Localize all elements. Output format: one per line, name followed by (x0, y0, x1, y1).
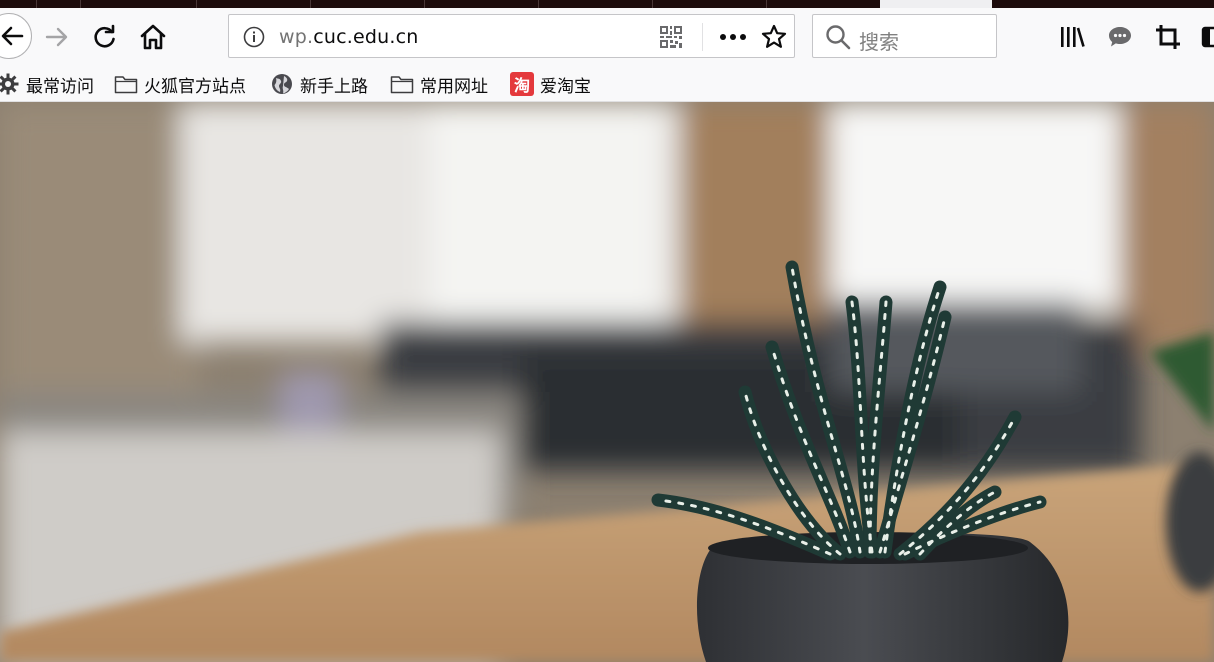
taobao-icon: 淘 (510, 72, 534, 96)
bookmark-label: 常用网址 (420, 76, 488, 97)
library-button[interactable] (1055, 20, 1089, 54)
search-icon (826, 25, 851, 50)
bookmark-label: 最常访问 (26, 76, 94, 97)
page-actions-icon[interactable] (719, 33, 747, 41)
tab-separator (80, 0, 81, 8)
screenshot-button[interactable] (1151, 20, 1185, 54)
sidebar-icon (1201, 26, 1214, 48)
page-background-photo (0, 102, 1214, 662)
tab-separator (652, 0, 653, 8)
tab-separator (766, 0, 767, 8)
bookmark-label: 新手上路 (300, 76, 368, 97)
bookmark-ai-taobao[interactable]: 淘 爱淘宝 (510, 72, 591, 97)
home-icon (140, 24, 166, 50)
search-input[interactable]: 搜索 (859, 26, 899, 55)
forward-arrow-icon (45, 27, 68, 47)
site-info-icon[interactable] (243, 26, 265, 48)
home-button[interactable] (136, 20, 170, 54)
taobao-logo-glyph: 淘 (510, 72, 534, 96)
bookmark-most-visited[interactable]: 最常访问 (0, 72, 94, 97)
bookmark-star-icon[interactable] (761, 24, 787, 50)
bookmark-common-sites[interactable]: 常用网址 (390, 72, 488, 97)
back-button[interactable] (0, 13, 32, 59)
tab-strip (0, 0, 1214, 8)
tab-separator (538, 0, 539, 8)
active-tab[interactable] (880, 0, 992, 8)
chat-button[interactable] (1103, 20, 1137, 54)
bookmark-getting-started[interactable]: 新手上路 (270, 72, 368, 97)
tab-separator (36, 0, 37, 8)
folder-icon (390, 72, 414, 96)
crop-icon (1156, 25, 1180, 49)
url-text[interactable]: wp.cuc.edu.cn (279, 26, 419, 48)
forward-button[interactable] (40, 20, 74, 54)
url-prefix: wp. (279, 26, 314, 48)
bookmark-label: 火狐官方站点 (144, 76, 246, 97)
folder-icon (114, 72, 138, 96)
bookmark-label: 爱淘宝 (540, 76, 591, 97)
chat-bubble-icon (1109, 27, 1131, 47)
url-bar-divider (702, 23, 703, 51)
back-arrow-icon (1, 26, 24, 46)
bookmark-firefox-sites[interactable]: 火狐官方站点 (114, 72, 246, 97)
tab-separator (196, 0, 197, 8)
navigation-toolbar: wp.cuc.edu.cn 搜索 (0, 8, 1214, 66)
globe-icon (270, 72, 294, 96)
reload-icon (94, 24, 115, 48)
bookmarks-toolbar: 最常访问 火狐官方站点 新手上路 常用网址 淘 爱淘宝 (0, 66, 1214, 102)
url-bar[interactable]: wp.cuc.edu.cn (228, 14, 795, 58)
office-plant-photo (0, 102, 1214, 662)
tab-separator (310, 0, 311, 8)
url-host: cuc.edu.cn (313, 26, 419, 48)
gear-icon (0, 72, 20, 96)
reader-view-button[interactable] (1196, 20, 1214, 54)
reload-button[interactable] (88, 20, 122, 54)
tab-separator (424, 0, 425, 8)
search-bar[interactable]: 搜索 (812, 14, 997, 58)
library-icon (1061, 27, 1085, 47)
qr-code-icon[interactable] (659, 25, 683, 49)
